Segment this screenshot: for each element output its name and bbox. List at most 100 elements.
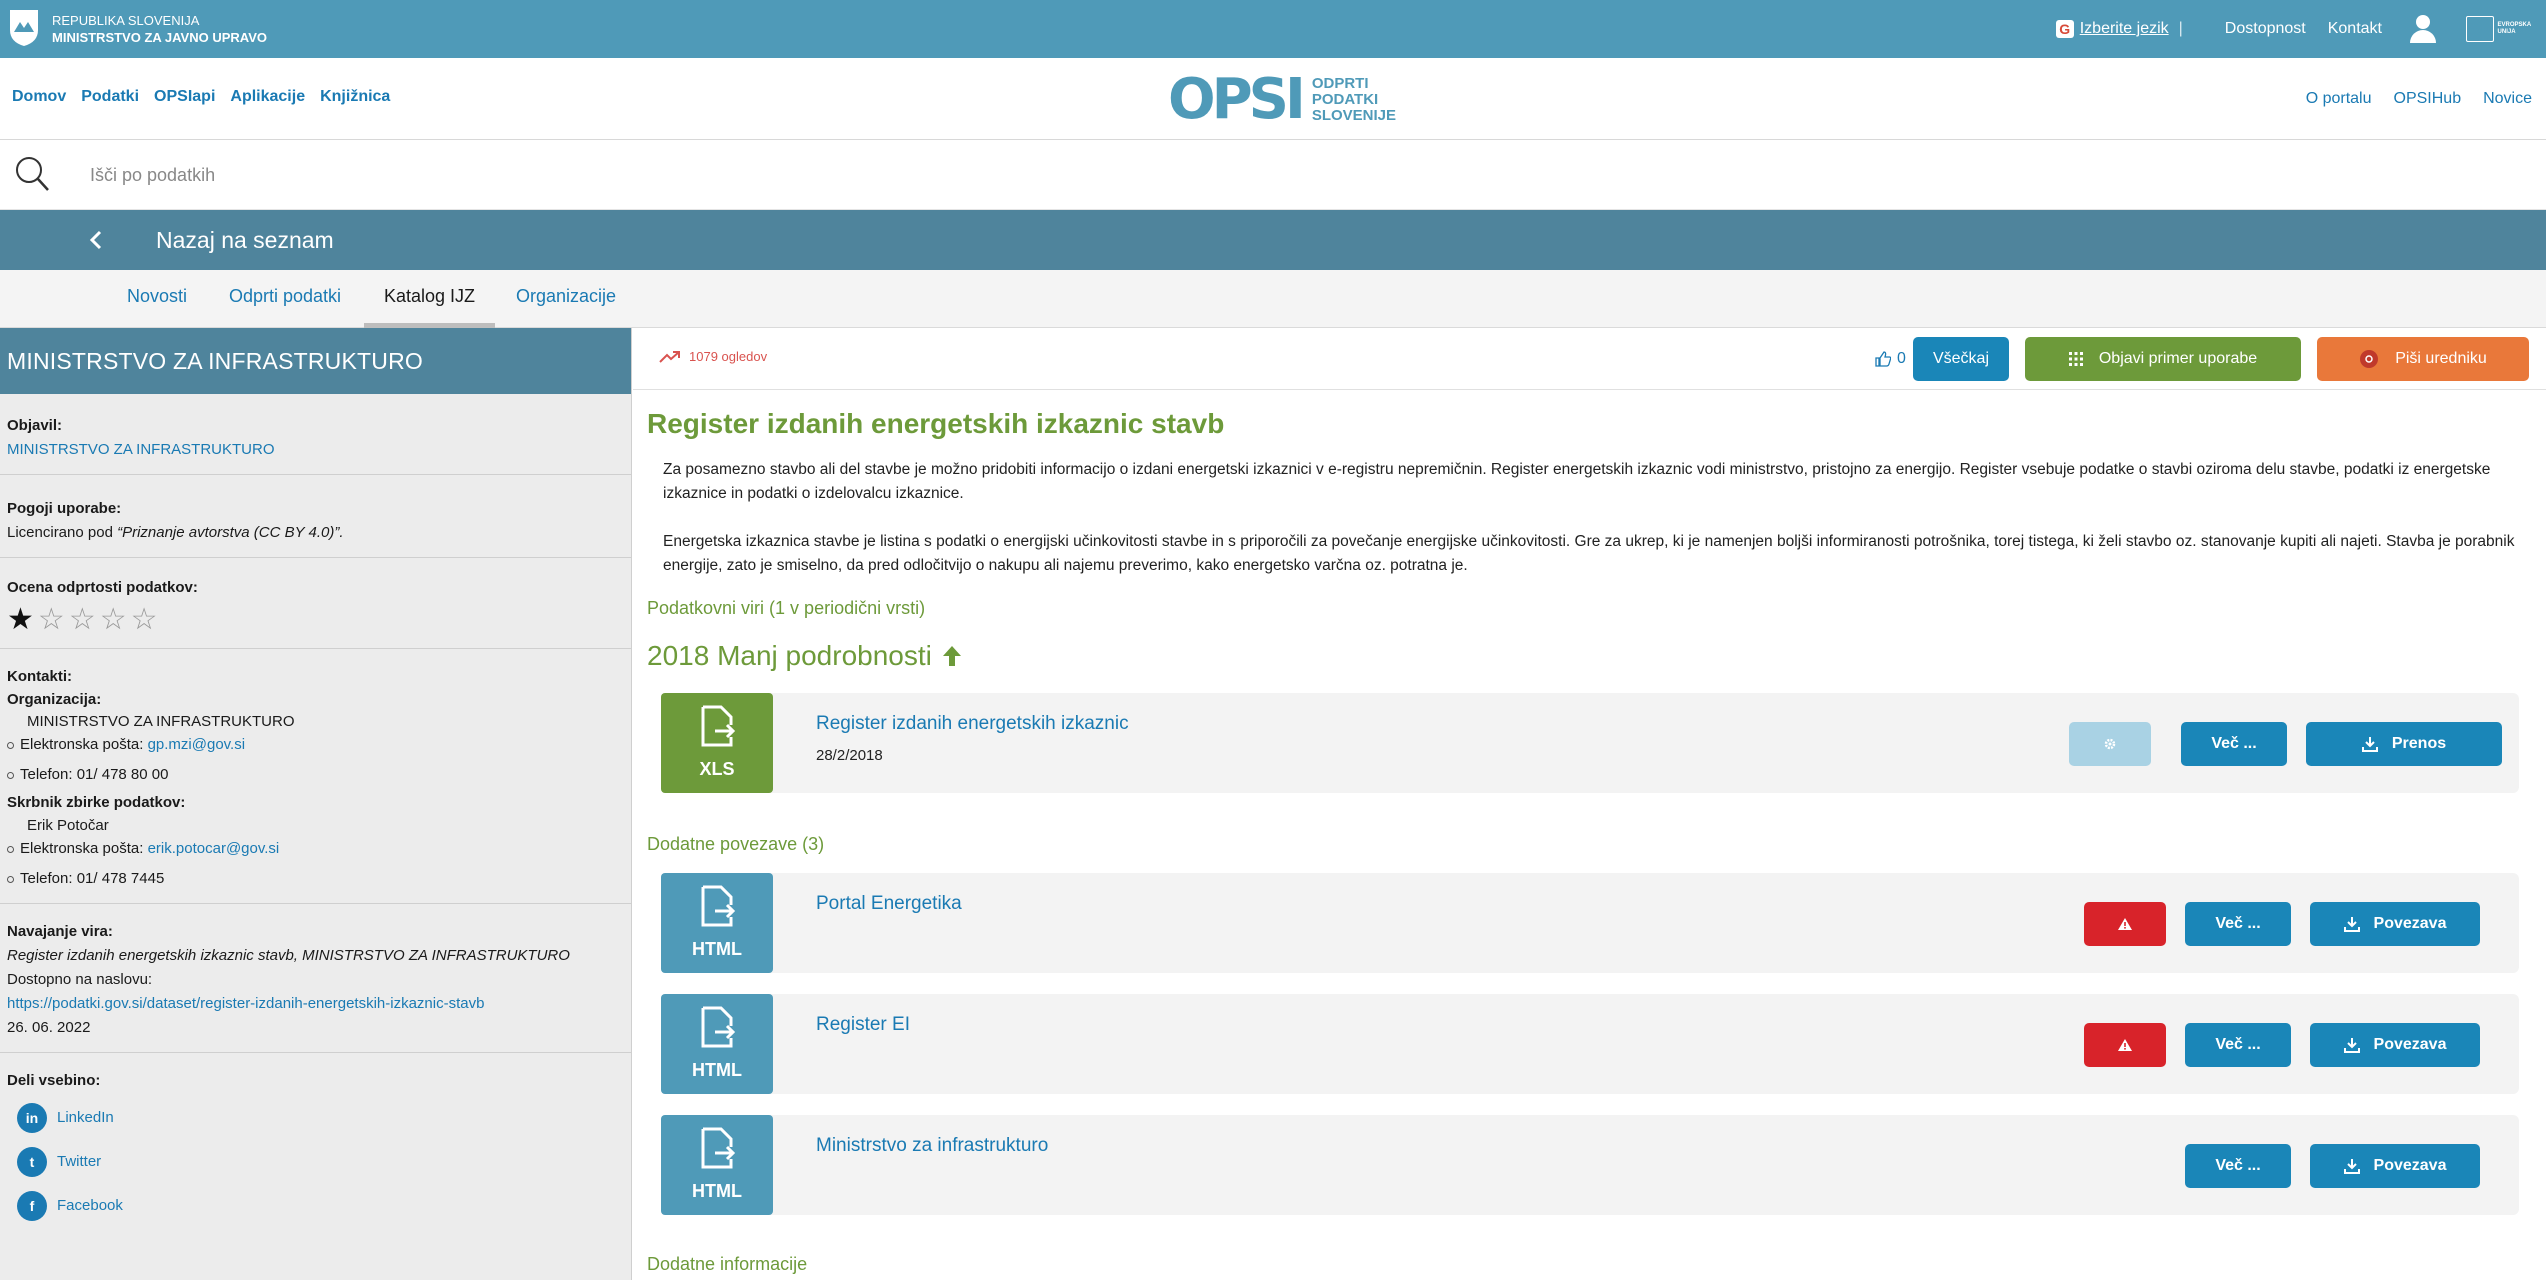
nav-novice[interactable]: Novice [2483,90,2532,108]
accessibility-link[interactable]: Dostopnost [2225,20,2306,38]
publisher-link[interactable]: MINISTRSTVO ZA INFRASTRUKTURO [7,441,275,458]
linkedin-icon: in [17,1103,47,1133]
resource-title-link[interactable]: Register izdanih energetskih izkaznic [816,713,1129,735]
twitter-link[interactable]: Twitter [57,1150,101,1174]
brand-mark: OPSI [1168,67,1306,132]
format-label: HTML [692,1181,742,1201]
org-phone-row: Telefon: 01/ 478 80 00 [7,763,624,787]
more-button[interactable]: Več ... [2185,1144,2291,1188]
format-label: XLS [699,759,735,779]
link-button[interactable]: Povezava [2310,1023,2480,1067]
dataset-description: Za posamezno stavbo ali del stavbe je mo… [663,458,2523,602]
tab-organizacije[interactable]: Organizacije [496,270,636,328]
star-icon: ☆ [37,602,65,637]
share-section: Deli vsebino: in LinkedIn t Twitter f Faceb… [0,1053,631,1233]
download-button[interactable]: Prenos [2306,722,2502,766]
nav-podatki[interactable]: Podatki [81,88,139,106]
search-input[interactable] [90,157,1890,193]
link-title[interactable]: Ministrstvo za infrastrukturo [816,1135,1048,1157]
gov-line-2: MINISTRSTVO ZA JAVNO UPRAVO [52,30,267,45]
custodian-email-row: Elektronska pošta: erik.potocar@gov.si [7,837,624,861]
star-icon: ☆ [130,602,158,637]
nav-knjiznica[interactable]: Knjižnica [320,88,390,106]
share-twitter[interactable]: t Twitter [7,1147,624,1177]
brand-subtitle: ODPRTI PODATKI SLOVENIJE [1312,76,1396,124]
publish-use-case-button[interactable]: Objavi primer uporabe [2025,337,2301,381]
warning-icon [2118,918,2132,930]
write-editor-button[interactable]: Piši uredniku [2317,337,2529,381]
more-button[interactable]: Več ... [2185,1023,2291,1067]
warning-icon [2118,1039,2132,1051]
search-icon[interactable] [14,155,50,193]
link-card: HTML Register EI Več ... Povezava [661,994,2519,1094]
nav-opsiapi[interactable]: OPSIapi [154,88,215,106]
email-label: Elektronska pošta: [20,840,144,857]
like-button[interactable]: Všečkaj [1913,337,2009,381]
share-facebook[interactable]: f Facebook [7,1191,624,1221]
thumbs-up-icon [1875,351,1891,367]
star-icon: ★ [7,602,34,637]
org-email-row: Elektronska pošta: gp.mzi@gov.si [7,733,624,757]
linkedin-link[interactable]: LinkedIn [57,1106,114,1130]
arrow-up-icon[interactable] [942,644,962,668]
custodian-phone: Telefon: 01/ 478 7445 [20,870,165,887]
link-label: Povezava [2373,1157,2447,1174]
contact-link[interactable]: Kontakt [2328,20,2382,38]
chevron-left-icon[interactable] [86,228,106,252]
tab-novosti[interactable]: Novosti [107,270,207,328]
tab-bar: Novosti Odprti podatki Katalog IJZ Organ… [0,270,2546,328]
publish-button-label: Objavi primer uporabe [2098,350,2258,367]
download-label: Prenos [2391,735,2447,752]
format-badge: XLS [661,693,773,793]
nav-aplikacije[interactable]: Aplikacije [230,88,305,106]
share-linkedin[interactable]: in LinkedIn [7,1103,624,1133]
terms-text: Licencirano pod “Priznanje avtorstva (CC… [7,521,624,545]
back-to-list-link[interactable]: Nazaj na seznam [156,227,334,254]
language-link[interactable]: Izberite jezik [2080,20,2169,38]
likes-text: 0 [1897,350,1906,367]
dataset-title: Register izdanih energetskih izkaznic st… [647,408,1225,439]
link-label: Povezava [2373,915,2447,932]
download-icon [2361,737,2378,752]
format-badge: HTML [661,873,773,973]
file-download-icon [701,705,736,747]
warning-button[interactable] [2084,1023,2166,1067]
settings-button[interactable] [2069,722,2151,766]
tab-odprti-podatki[interactable]: Odprti podatki [209,270,361,328]
language-selector[interactable]: G Izberite jezik | [2055,20,2193,38]
contacts-section: Kontakti: Organizacija: MINISTRSTVO ZA I… [0,649,631,904]
link-title[interactable]: Portal Energetika [816,893,962,915]
tab-katalog-ijz[interactable]: Katalog IJZ [364,270,496,328]
custodian-email-link[interactable]: erik.potocar@gov.si [148,837,280,861]
link-button[interactable]: Povezava [2310,1144,2480,1188]
opsi-logo[interactable]: OPSI ODPRTI PODATKI SLOVENIJE [1168,70,1396,130]
terms-prefix: Licencirano pod [7,524,118,541]
year-toggle[interactable]: 2018 Manj podrobnosti [647,640,962,672]
user-icon[interactable] [2408,14,2438,44]
more-button[interactable]: Več ... [2181,722,2287,766]
warning-button[interactable] [2084,902,2166,946]
download-icon [2343,1038,2360,1053]
link-title[interactable]: Register EI [816,1014,910,1036]
available-label: Dostopno na naslovu: [7,971,153,988]
dataset-sidebar: MINISTRSTVO ZA INFRASTRUKTURO Objavil: M… [0,328,632,1280]
description-paragraph-1: Za posamezno stavbo ali del stavbe je mo… [663,461,2491,502]
email-label: Elektronska pošta: [20,736,144,753]
dataset-actions-bar: 1079 ogledov 0 Všečkaj Objavi primer upo… [633,328,2546,390]
download-icon [2343,917,2360,932]
nav-domov[interactable]: Domov [12,88,66,106]
openness-rating: ★ ☆ ☆ ☆ ☆ [7,604,624,636]
write-button-label: Piši uredniku [2395,350,2487,367]
nav-o-portalu[interactable]: O portalu [2306,90,2372,108]
link-button[interactable]: Povezava [2310,902,2480,946]
more-button[interactable]: Več ... [2185,902,2291,946]
file-link-icon [701,885,736,927]
back-bar[interactable]: Nazaj na seznam [0,210,2546,270]
facebook-link[interactable]: Facebook [57,1194,123,1218]
org-email-link[interactable]: gp.mzi@gov.si [148,733,245,757]
citation-url-link[interactable]: https://podatki.gov.si/dataset/register-… [7,995,484,1012]
custodian-phone-row: Telefon: 01/ 478 7445 [7,867,624,891]
eu-text: EVROPSKA UNIJA [2497,22,2531,35]
year-label[interactable]: 2018 Manj podrobnosti [647,640,932,672]
nav-opsihub[interactable]: OPSIHub [2394,90,2462,108]
